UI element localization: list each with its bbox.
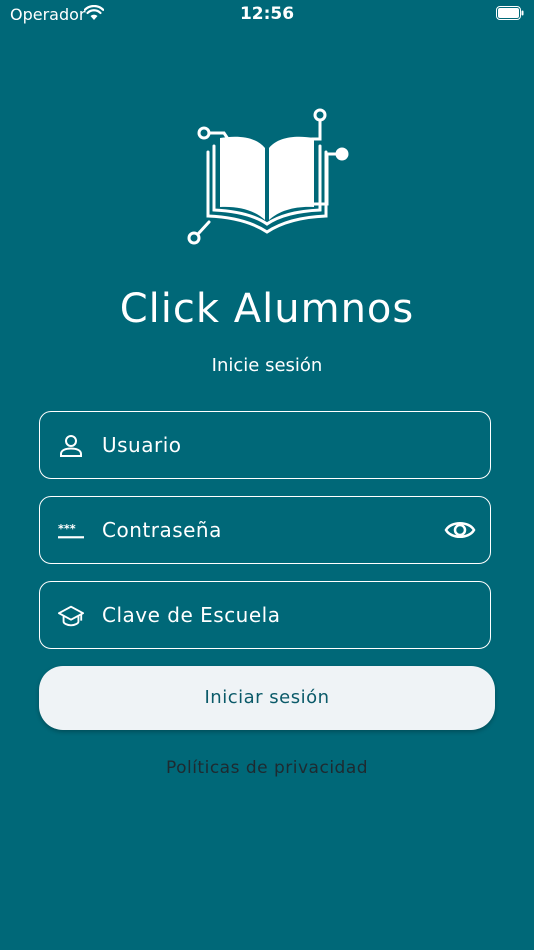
svg-text:***: *** <box>58 523 76 536</box>
battery-icon <box>496 6 524 20</box>
school-key-field[interactable] <box>39 581 491 649</box>
book-logo-icon <box>187 108 349 245</box>
password-field[interactable]: *** <box>39 496 491 564</box>
login-button[interactable]: Iniciar sesión <box>39 666 495 730</box>
privacy-policy-link[interactable]: Políticas de privacidad <box>0 758 534 778</box>
graduation-cap-icon <box>58 605 84 627</box>
app-title: Click Alumnos <box>119 286 415 332</box>
password-icon: *** <box>58 523 84 539</box>
username-input[interactable] <box>102 412 422 478</box>
status-time: 12:56 <box>239 4 295 24</box>
username-field[interactable] <box>39 411 491 479</box>
status-bar: Operador 12:56 <box>0 0 534 30</box>
eye-icon[interactable] <box>444 517 476 543</box>
user-icon <box>60 435 82 457</box>
password-input[interactable] <box>102 497 422 563</box>
school-key-input[interactable] <box>102 582 422 648</box>
login-subtitle: Inicie sesión <box>211 355 323 376</box>
